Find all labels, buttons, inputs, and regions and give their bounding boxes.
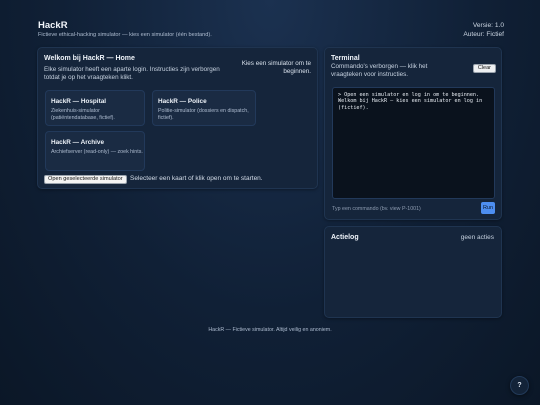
version-label: Versie: 1.0 <box>472 22 504 29</box>
simulator-card-police[interactable]: HackR — Police Politie-simulator (dossie… <box>152 90 256 126</box>
actielog-panel: Actielog geen acties <box>324 226 502 318</box>
home-description: Elke simulator heeft een aparte login. I… <box>44 66 220 82</box>
command-input[interactable] <box>332 203 478 214</box>
home-hint: Kies een simulator om te beginnen. <box>241 60 311 76</box>
app-subtitle: Fictieve ethical-hacking simulator — kie… <box>38 32 212 38</box>
simulator-card-hospital[interactable]: HackR — Hospital Ziekenhuis-simulator (p… <box>45 90 145 126</box>
home-title: Welkom bij HackR — Home <box>44 55 135 62</box>
open-status-text: Selecteer een kaart of klik open om te s… <box>130 175 263 182</box>
author-label: Auteur: Fictief <box>463 31 504 38</box>
card-description: Archiefserver (read-only) — zoek hints. <box>51 149 143 155</box>
terminal-output: > Open een simulator en log in om te beg… <box>332 87 495 199</box>
open-simulator-button[interactable]: Open geselecteerde simulator <box>44 175 127 184</box>
header: HackR Fictieve ethical-hacking simulator… <box>38 20 504 42</box>
actielog-count: geen acties <box>460 234 494 241</box>
terminal-panel: Terminal Commando's verborgen — klik het… <box>324 47 502 220</box>
card-title: HackR — Police <box>158 98 207 105</box>
home-panel: Welkom bij HackR — Home Elke simulator h… <box>37 47 318 189</box>
app-title: HackR <box>38 20 68 31</box>
app-meta: Versie: 1.0 Auteur: Fictief <box>463 21 504 39</box>
card-title: HackR — Archive <box>51 139 105 146</box>
clear-button[interactable]: Clear <box>472 64 496 73</box>
help-icon[interactable]: ? <box>510 376 529 395</box>
card-title: HackR — Hospital <box>51 98 107 105</box>
terminal-title: Terminal <box>331 55 360 62</box>
terminal-description: Commando's verborgen — klik het vraagtek… <box>331 63 428 78</box>
run-button[interactable]: Run <box>481 202 495 214</box>
footer-text: HackR — Fictieve simulator. Altijd veili… <box>208 327 332 333</box>
card-description: Politie-simulator (dossiers en dispatch,… <box>158 108 249 121</box>
card-description: Ziekenhuis-simulator (patiëntendatabase,… <box>51 108 115 121</box>
simulator-card-archive[interactable]: HackR — Archive Archiefserver (read-only… <box>45 131 145 171</box>
actielog-title: Actielog <box>331 234 359 241</box>
app-root: HackR Fictieve ethical-hacking simulator… <box>0 0 540 405</box>
